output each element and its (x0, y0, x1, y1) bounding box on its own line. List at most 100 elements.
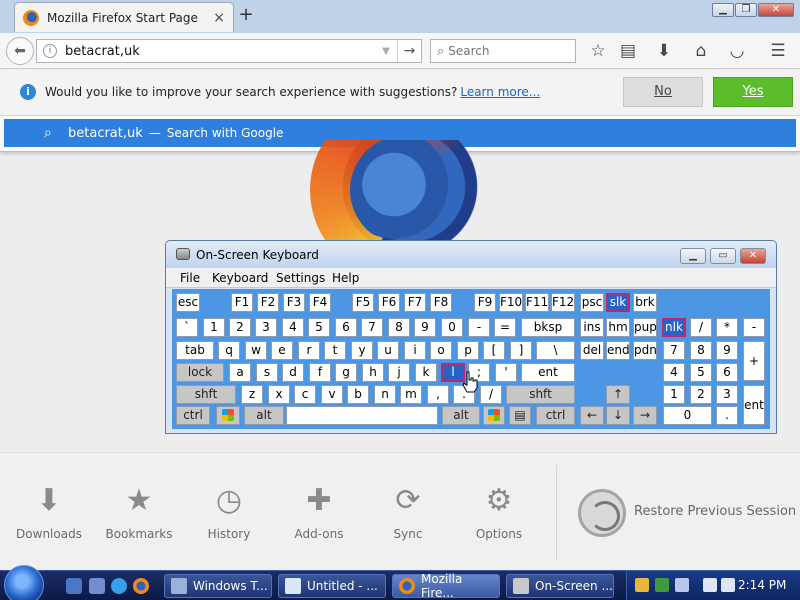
key-q[interactable]: q (218, 341, 240, 360)
key-3[interactable]: 3 (255, 318, 277, 337)
key-z[interactable]: z (241, 385, 263, 404)
key-comma[interactable]: , (427, 385, 449, 404)
key-minus[interactable]: - (468, 318, 490, 337)
key-pdn[interactable]: pdn (633, 341, 657, 360)
key-numpad-add[interactable]: + (743, 341, 765, 381)
key-u[interactable]: u (377, 341, 399, 360)
key-6[interactable]: 6 (335, 318, 357, 337)
key-numpad-3[interactable]: 3 (716, 385, 738, 404)
task-windows-task-manager[interactable]: Windows T... (164, 574, 272, 598)
start-button[interactable] (4, 565, 44, 600)
launcher-options[interactable]: ⚙ Options (454, 483, 544, 541)
osk-close-button[interactable]: ✕ (740, 248, 766, 264)
key-numpad-4[interactable]: 4 (663, 363, 685, 382)
key-tab[interactable]: tab (176, 341, 214, 360)
key-f10[interactable]: F10 (499, 293, 523, 312)
key-1[interactable]: 1 (203, 318, 225, 337)
back-button[interactable]: ⬅ (6, 37, 34, 65)
key-windows-right[interactable] (483, 406, 505, 425)
key-k[interactable]: k (415, 363, 437, 382)
key-bksp[interactable]: bksp (521, 318, 575, 337)
key-numpad-enter[interactable]: ent (743, 385, 765, 425)
key-shift-right[interactable]: shft (506, 385, 575, 404)
key-enter[interactable]: ent (521, 363, 575, 382)
key-arrow-down[interactable]: ↓ (606, 406, 630, 425)
menu-hamburger-icon[interactable]: ☰ (767, 41, 789, 63)
key-f12[interactable]: F12 (551, 293, 575, 312)
key-n[interactable]: n (374, 385, 396, 404)
key-h[interactable]: h (362, 363, 384, 382)
key-5[interactable]: 5 (308, 318, 330, 337)
key-i[interactable]: i (404, 341, 426, 360)
key-backslash[interactable]: \ (536, 341, 575, 360)
key-m[interactable]: m (400, 385, 422, 404)
key-d[interactable]: d (282, 363, 304, 382)
security-shield-icon[interactable] (635, 578, 649, 592)
launcher-downloads[interactable]: ⬇ Downloads (4, 483, 94, 541)
key-right-bracket[interactable]: ] (510, 341, 532, 360)
switch-windows-icon[interactable] (89, 578, 105, 594)
key-8[interactable]: 8 (388, 318, 410, 337)
key-f9[interactable]: F9 (474, 293, 496, 312)
key-s[interactable]: s (256, 363, 278, 382)
key-nlk[interactable]: nlk (662, 318, 686, 337)
internet-explorer-icon[interactable] (111, 578, 127, 594)
maximize-button[interactable]: ❐ (735, 3, 757, 17)
key-left-bracket[interactable]: [ (483, 341, 505, 360)
home-icon[interactable]: ⌂ (690, 41, 712, 63)
pocket-icon[interactable]: ◡ (726, 41, 748, 63)
menu-keyboard[interactable]: Keyboard (212, 271, 268, 285)
key-slash[interactable]: / (480, 385, 502, 404)
tab-mozilla-firefox-start-page[interactable]: Mozilla Firefox Start Page × (14, 2, 234, 32)
bookmark-star-icon[interactable]: ☆ (587, 41, 609, 63)
key-f4[interactable]: F4 (309, 293, 331, 312)
reading-list-icon[interactable]: ▤ (617, 41, 639, 63)
no-button[interactable]: No (623, 77, 703, 107)
tab-close-icon[interactable]: × (213, 10, 225, 26)
osk-title-bar[interactable]: On-Screen Keyboard ▁ ▭ ✕ (166, 241, 776, 268)
key-numpad-multiply[interactable]: * (716, 318, 738, 337)
minimize-button[interactable]: ▁ (712, 3, 734, 17)
key-f1[interactable]: F1 (231, 293, 253, 312)
key-f8[interactable]: F8 (430, 293, 452, 312)
task-mozilla-firefox[interactable]: Mozilla Fire... (392, 572, 500, 600)
osk-minimize-button[interactable]: ▁ (680, 248, 706, 264)
key-hm[interactable]: hm (606, 318, 630, 337)
key-numpad-2[interactable]: 2 (690, 385, 712, 404)
key-quote[interactable]: ' (495, 363, 517, 382)
key-numpad-subtract[interactable]: - (743, 318, 765, 337)
key-arrow-left[interactable]: ← (580, 406, 604, 425)
taskbar-clock[interactable]: 2:14 PM (738, 578, 786, 592)
url-history-dropdown-icon[interactable]: ▼ (375, 46, 397, 57)
learn-more-link[interactable]: Learn more... (460, 85, 540, 99)
key-e[interactable]: e (271, 341, 293, 360)
key-j[interactable]: j (388, 363, 410, 382)
key-space[interactable] (286, 406, 438, 425)
key-g[interactable]: g (335, 363, 357, 382)
key-backtick[interactable]: ` (176, 318, 198, 337)
key-x[interactable]: x (268, 385, 290, 404)
key-f5[interactable]: F5 (352, 293, 374, 312)
yes-button[interactable]: Yes (713, 77, 793, 107)
key-menu[interactable]: ▤ (509, 406, 531, 425)
key-equals[interactable]: = (494, 318, 516, 337)
go-arrow-icon[interactable]: → (397, 40, 421, 62)
downloads-icon[interactable]: ⬇ (653, 41, 675, 63)
launcher-sync[interactable]: ⟳ Sync (363, 483, 453, 541)
key-numpad-6[interactable]: 6 (716, 363, 738, 382)
menu-file[interactable]: File (180, 271, 200, 285)
key-numpad-1[interactable]: 1 (663, 385, 685, 404)
task-untitled-notepad[interactable]: Untitled - ... (278, 574, 386, 598)
key-f2[interactable]: F2 (257, 293, 279, 312)
key-2[interactable]: 2 (229, 318, 251, 337)
key-end[interactable]: end (606, 341, 630, 360)
key-del[interactable]: del (580, 341, 604, 360)
key-y[interactable]: y (351, 341, 373, 360)
firefox-quicklaunch-icon[interactable] (133, 578, 149, 594)
volume-muted-icon[interactable] (721, 578, 735, 592)
network-icon[interactable] (703, 578, 717, 592)
restore-session-button[interactable]: Restore Previous Session (578, 489, 798, 539)
menu-help[interactable]: Help (332, 271, 359, 285)
key-4[interactable]: 4 (282, 318, 304, 337)
key-slk[interactable]: slk (606, 293, 630, 312)
